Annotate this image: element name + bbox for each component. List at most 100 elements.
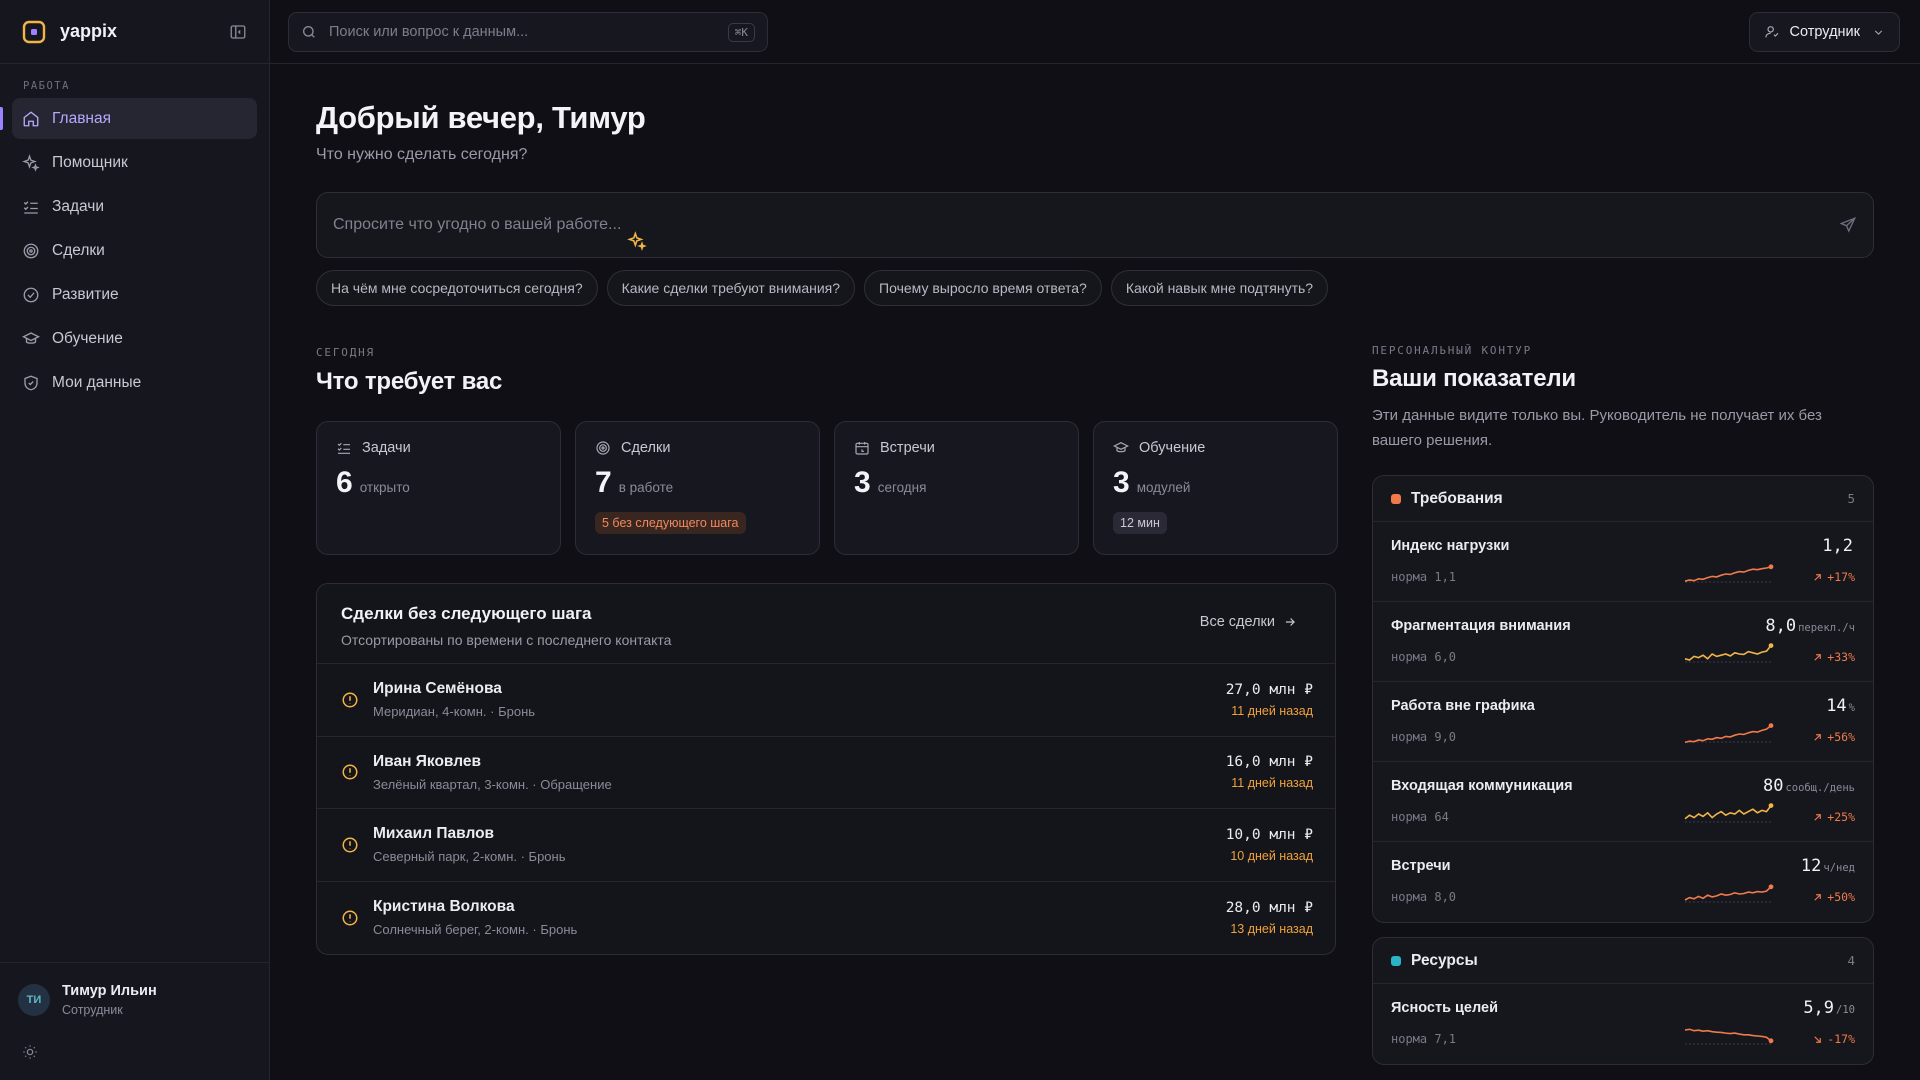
graduation-cap-icon — [22, 331, 40, 344]
sidebar-item-development[interactable]: Развитие — [12, 274, 257, 315]
sidebar-item-tasks[interactable]: Задачи — [12, 186, 257, 227]
metric-trend: +17% — [1812, 570, 1855, 584]
suggestion-chip[interactable]: Какой навык мне подтянуть? — [1110, 270, 1329, 306]
suggestion-chip[interactable]: Почему выросло время ответа? — [864, 270, 1102, 306]
sidebar-section-label: РАБОТА — [23, 80, 70, 92]
metric-row[interactable]: Индекс нагрузки норма 1,1 1,2 +17% — [1373, 522, 1873, 602]
sparkline-chart — [1684, 643, 1774, 663]
category-dot — [1391, 955, 1401, 966]
sidebar-item-assistant[interactable]: Помощник — [12, 142, 257, 183]
deal-meta: Северный парк, 2-комн. · Бронь — [373, 849, 566, 865]
avatar: ТИ — [18, 984, 50, 1016]
sidebar-item-my-data[interactable]: Мои данные — [12, 362, 257, 403]
arrow-up-right-icon — [1814, 893, 1822, 901]
card-value: 3 — [854, 466, 871, 499]
ask-box[interactable] — [316, 192, 1874, 258]
shield-icon — [24, 375, 38, 390]
panel-count: 5 — [1847, 491, 1855, 506]
metrics-title: Ваши показатели — [1372, 365, 1576, 392]
card-value: 7 — [595, 466, 612, 499]
sparkline-chart — [1684, 723, 1774, 744]
stat-card-deals[interactable]: Сделки 7 в работе 5 без следующего шага — [575, 421, 820, 555]
user-profile[interactable]: ТИ Тимур Ильин Сотрудник — [0, 963, 269, 1017]
metric-trend-value: +17% — [1827, 570, 1855, 584]
metric-value: 8,0 — [1765, 616, 1797, 636]
send-icon[interactable] — [1839, 216, 1857, 234]
topbar: ⌘K Сотрудник — [270, 0, 1920, 64]
deal-last-contact: 11 дней назад — [1231, 703, 1313, 718]
collapse-sidebar-icon[interactable] — [229, 23, 247, 41]
graduation-cap-icon — [1113, 441, 1129, 453]
chevron-down-icon — [1874, 29, 1883, 35]
status-badge: 5 без следующего шага — [595, 512, 746, 534]
table-row[interactable]: Кристина Волкова Солнечный берег, 2-комн.… — [317, 882, 1335, 955]
table-row[interactable]: Ирина Семёнова Меридиан, 4-комн. · Бронь … — [317, 664, 1335, 737]
sparkline-line — [1684, 805, 1772, 820]
deal-amount: 10,0 млн ₽ — [1225, 826, 1313, 843]
deal-meta: Зелёный квартал, 3-комн. · Обращение — [373, 776, 612, 792]
list-checks-icon — [337, 442, 350, 454]
metric-row[interactable]: Работа вне графика норма 9,0 14% +56% — [1373, 682, 1873, 762]
metric-trend-value: +33% — [1827, 650, 1855, 664]
sparkline-chart — [1684, 564, 1774, 583]
deal-client: Ирина Семёнова — [373, 680, 502, 698]
all-deals-link[interactable]: Все сделки — [1200, 614, 1297, 630]
card-value: 6 — [336, 466, 353, 499]
ask-input[interactable] — [333, 216, 1839, 234]
metric-trend-value: +25% — [1827, 810, 1855, 824]
duration-badge: 12 мин — [1113, 512, 1167, 534]
sparkline-line — [1684, 886, 1772, 901]
role-switcher-button[interactable]: Сотрудник — [1748, 12, 1900, 52]
sidebar-item-deals[interactable]: Сделки — [12, 230, 257, 271]
sparkline-line — [1684, 724, 1772, 744]
user-name: Тимур Ильин — [62, 983, 157, 999]
suggestion-chip[interactable]: Какие сделки требуют внимания? — [606, 270, 856, 306]
deal-client: Михаил Павлов — [373, 825, 495, 843]
sparkline-endpoint — [1768, 803, 1774, 808]
alert-circle-icon — [342, 764, 358, 780]
arrow-up-right-icon — [1814, 813, 1822, 821]
card-label: Задачи — [362, 440, 411, 456]
metrics-eyebrow: ПЕРСОНАЛЬНЫЙ КОНТУР — [1372, 344, 1533, 357]
stat-card-meetings[interactable]: Встречи 3 сегодня — [834, 421, 1079, 555]
metric-norm: норма 8,0 — [1391, 890, 1457, 904]
card-label: Сделки — [621, 440, 671, 456]
stat-card-learning[interactable]: Обучение 3 модулей 12 мин — [1093, 421, 1338, 555]
circle-check-icon — [23, 287, 39, 302]
arrow-right-icon — [1285, 618, 1295, 626]
metric-trend: +25% — [1812, 810, 1855, 824]
sidebar-footer: ТИ Тимур Ильин Сотрудник — [0, 962, 269, 1080]
sparkline-chart — [1684, 1028, 1774, 1045]
metric-row[interactable]: Входящая коммуникация норма 64 80 сообщ./де… — [1373, 762, 1873, 842]
sidebar-item-label: Обучение — [52, 329, 123, 347]
sparkles-icon — [22, 153, 40, 172]
metric-unit: /10 — [1836, 1004, 1855, 1016]
deal-amount: 28,0 млн ₽ — [1225, 899, 1313, 916]
suggestion-chips: На чём мне сосредоточиться сегодня? Каки… — [316, 270, 1329, 306]
table-row[interactable]: Иван Яковлев Зелёный квартал, 3-комн. · О… — [317, 737, 1335, 809]
suggestion-chip[interactable]: На чём мне сосредоточиться сегодня? — [316, 270, 598, 306]
stat-cards: Задачи 6 открыто Сделки 7 в работе 5 без с… — [316, 421, 1338, 555]
sun-icon[interactable] — [22, 1044, 38, 1060]
metric-name: Индекс нагрузки — [1391, 538, 1510, 554]
panel-header[interactable]: Ресурсы 4 — [1373, 938, 1873, 984]
deal-client: Иван Яковлев — [373, 752, 482, 770]
table-row[interactable]: Михаил Павлов Северный парк, 2-комн. · Бр… — [317, 809, 1335, 882]
all-deals-label: Все сделки — [1199, 614, 1275, 630]
deal-meta: Меридиан, 4-комн. · Бронь — [373, 704, 536, 720]
panel-header[interactable]: Требования 5 — [1373, 476, 1873, 522]
metric-row[interactable]: Ясность целей норма 7,1 5,9/10 -17% — [1373, 984, 1873, 1064]
metric-row[interactable]: Встречи норма 8,0 12 ч/нед +50% — [1373, 842, 1873, 922]
alert-circle-icon — [342, 910, 358, 926]
card-unit: в работе — [618, 480, 674, 495]
search-input[interactable] — [329, 24, 728, 40]
alert-circle-icon — [342, 692, 358, 708]
metric-row[interactable]: Фрагментация внимания норма 6,0 8,0 перекл.… — [1373, 602, 1873, 682]
search-box[interactable]: ⌘K — [288, 12, 768, 52]
stat-card-tasks[interactable]: Задачи 6 открыто — [316, 421, 561, 555]
sidebar-item-learning[interactable]: Обучение — [12, 318, 257, 359]
card-unit: сегодня — [877, 480, 927, 495]
shortcut-hint: ⌘K — [727, 22, 755, 42]
sidebar-item-home[interactable]: Главная — [0, 98, 257, 139]
metric-value: 80 — [1762, 776, 1784, 796]
